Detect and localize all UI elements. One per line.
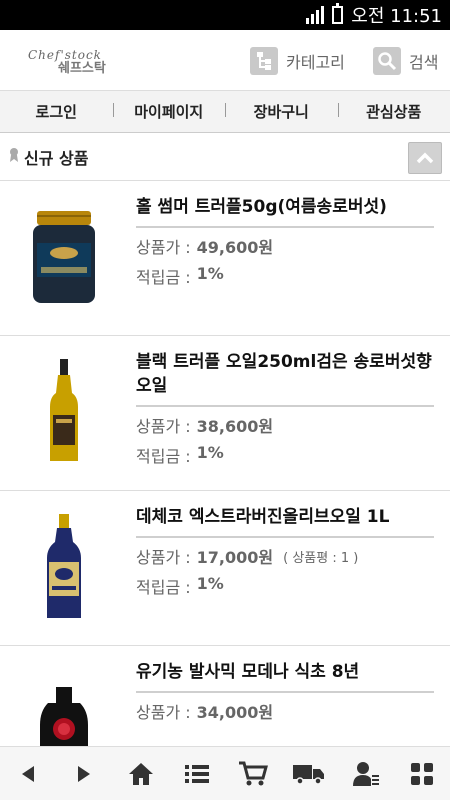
price-label: 상품가 : xyxy=(136,548,191,567)
search-icon xyxy=(373,47,401,75)
product-image-truffle-jar[interactable] xyxy=(18,197,110,317)
product-name[interactable]: 유기농 발사믹 모데나 식초 8년 xyxy=(136,660,434,693)
product-item[interactable]: 홀 썸머 트러플50g(여름송로버섯) 상품가 : 49,600원 적립금 : 1% xyxy=(0,181,450,336)
signal-icon xyxy=(306,6,325,24)
price-label: 상품가 : xyxy=(136,238,191,257)
product-name[interactable]: 블랙 트러플 오일250ml검은 송로버섯향 오일 xyxy=(136,350,434,407)
logo-text: 쉐프스탁 xyxy=(58,61,106,76)
price-label: 상품가 : xyxy=(136,703,191,722)
product-points: 1% xyxy=(196,443,224,462)
medal-icon xyxy=(8,147,20,166)
nav-mypage[interactable]: 마이페이지 xyxy=(112,101,226,122)
back-icon[interactable] xyxy=(8,754,48,794)
user-icon[interactable] xyxy=(346,754,386,794)
product-image-olive-oil[interactable] xyxy=(18,507,110,627)
status-bar: 오전 11:51 xyxy=(0,0,450,30)
app-header: Chef'stock 쉐프스탁 카테고리 검색 xyxy=(0,30,450,90)
section-title: 신규 상품 xyxy=(24,148,89,168)
nav-login[interactable]: 로그인 xyxy=(0,101,113,122)
product-image-balsamic[interactable] xyxy=(18,662,110,746)
home-icon[interactable] xyxy=(121,754,161,794)
search-button[interactable]: 검색 xyxy=(373,45,438,77)
cart-icon[interactable] xyxy=(233,754,273,794)
category-label: 카테고리 xyxy=(286,53,345,72)
top-nav: 로그인 마이페이지 장바구니 관심상품 xyxy=(0,90,450,133)
category-button[interactable]: 카테고리 xyxy=(250,45,345,77)
product-price: 34,000원 xyxy=(196,703,274,722)
category-icon xyxy=(250,47,278,75)
nav-wishlist[interactable]: 관심상품 xyxy=(337,101,450,122)
product-list: 홀 썸머 트러플50g(여름송로버섯) 상품가 : 49,600원 적립금 : 1%… xyxy=(0,181,450,746)
list-icon[interactable] xyxy=(177,754,217,794)
delivery-truck-icon[interactable] xyxy=(289,754,329,794)
product-price: 38,600원 xyxy=(196,417,274,436)
bottom-toolbar xyxy=(0,746,450,800)
product-item[interactable]: 블랙 트러플 오일250ml검은 송로버섯향 오일 상품가 : 38,600원 적… xyxy=(0,336,450,491)
product-points: 1% xyxy=(196,574,224,593)
grid-icon[interactable] xyxy=(402,754,442,794)
product-review-count[interactable]: ( 상품평 : 1 ) xyxy=(283,547,358,566)
product-item[interactable]: 유기농 발사믹 모데나 식초 8년 상품가 : 34,000원 xyxy=(0,646,450,746)
points-label: 적립금 : xyxy=(136,268,191,287)
product-price: 49,600원 xyxy=(196,238,274,257)
product-image-truffle-oil[interactable] xyxy=(18,352,110,472)
logo[interactable]: Chef'stock 쉐프스탁 xyxy=(28,48,143,76)
points-label: 적립금 : xyxy=(136,447,191,466)
product-name[interactable]: 데체코 엑스트라버진올리브오일 1L xyxy=(136,505,434,538)
product-name[interactable]: 홀 썸머 트러플50g(여름송로버섯) xyxy=(136,195,434,228)
nav-cart[interactable]: 장바구니 xyxy=(225,101,338,122)
section-header: 신규 상품 xyxy=(0,133,450,181)
product-points: 1% xyxy=(196,264,224,283)
points-label: 적립금 : xyxy=(136,578,191,597)
scroll-top-button[interactable] xyxy=(408,142,442,174)
battery-icon xyxy=(332,3,344,24)
product-price: 17,000원 xyxy=(196,548,274,567)
search-label: 검색 xyxy=(409,53,439,72)
status-time: 오전 11:51 xyxy=(351,6,442,27)
price-label: 상품가 : xyxy=(136,417,191,436)
product-item[interactable]: 데체코 엑스트라버진올리브오일 1L 상품가 : 17,000원 ( 상품평 : 1… xyxy=(0,491,450,646)
forward-icon[interactable] xyxy=(64,754,104,794)
chevron-up-icon xyxy=(416,152,434,164)
